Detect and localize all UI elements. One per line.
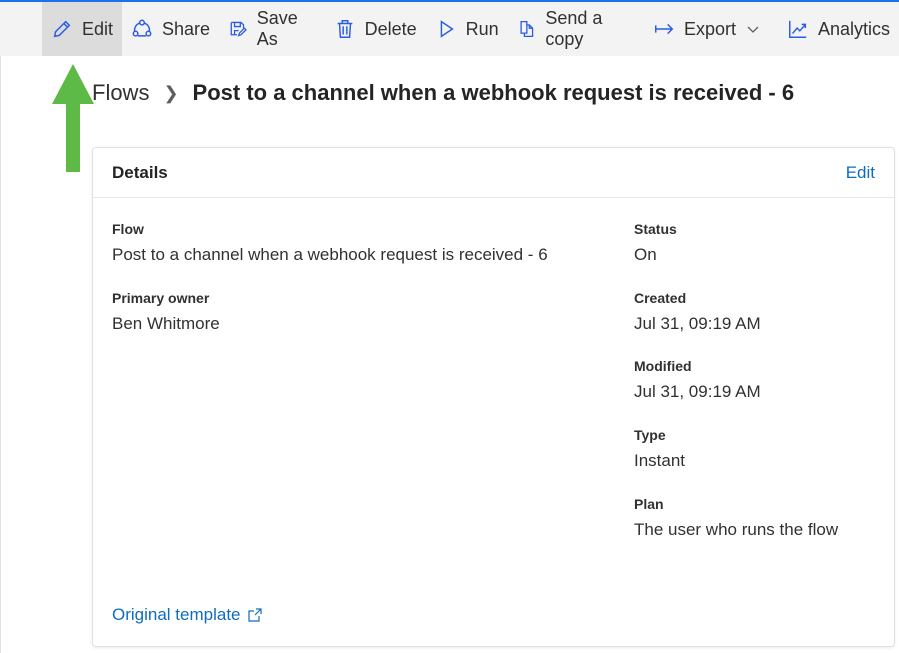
chevron-right-icon: ❯ — [163, 82, 179, 103]
modified-field: Modified Jul 31, 09:19 AM — [634, 358, 761, 401]
play-icon — [440, 20, 454, 38]
breadcrumb-flows-link[interactable]: Flows — [92, 80, 149, 106]
open-external-icon — [247, 608, 262, 622]
send-copy-button[interactable]: Send a copy — [508, 2, 644, 56]
export-button[interactable]: Export — [644, 2, 778, 56]
details-heading: Details — [112, 162, 168, 182]
breadcrumb: Flows ❯ Post to a channel when a webhook… — [92, 80, 794, 106]
flow-field: Flow Post to a channel when a webhook req… — [112, 221, 548, 264]
delete-button[interactable]: Delete — [325, 2, 426, 56]
status-field: Status On — [634, 221, 677, 264]
left-divider — [0, 56, 1, 653]
save-as-icon — [230, 21, 247, 37]
owner-field: Primary owner Ben Whitmore — [112, 290, 220, 333]
details-edit-link[interactable]: Edit — [846, 163, 875, 183]
page-title: Post to a channel when a webhook request… — [192, 80, 795, 105]
plan-field: Plan The user who runs the flow — [634, 496, 839, 539]
copy-icon — [520, 20, 533, 38]
edit-button[interactable]: Edit — [42, 2, 123, 56]
chart-icon — [788, 20, 807, 38]
command-bar: Edit Share Save As Delete Run Send a cop… — [0, 2, 899, 56]
details-card: Details Edit Flow Post to a channel when … — [92, 147, 895, 647]
created-field: Created Jul 31, 09:19 AM — [634, 290, 761, 333]
chevron-down-icon — [747, 26, 759, 33]
share-button[interactable]: Share — [122, 2, 219, 56]
run-button[interactable]: Run — [426, 2, 508, 56]
save-as-button[interactable]: Save As — [219, 2, 325, 56]
analytics-button[interactable]: Analytics — [778, 2, 899, 56]
original-template-link[interactable]: Original template — [112, 605, 263, 625]
export-icon — [654, 23, 674, 35]
trash-icon — [337, 20, 352, 38]
share-icon — [132, 19, 152, 37]
green-arrow-annotation — [52, 64, 94, 172]
type-field: Type Instant — [634, 427, 686, 470]
pencil-icon — [53, 20, 71, 38]
